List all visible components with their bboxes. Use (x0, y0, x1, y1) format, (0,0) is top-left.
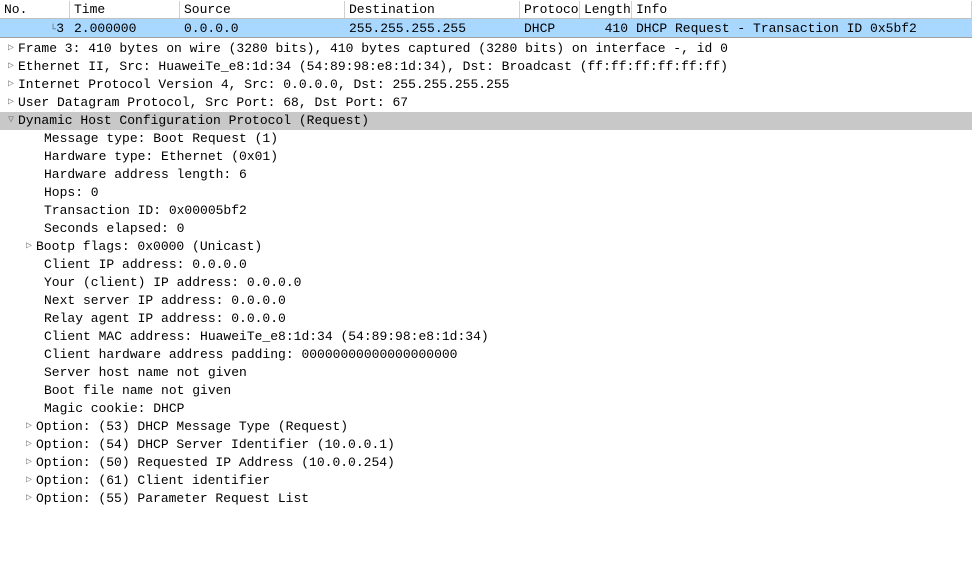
tree-flags[interactable]: ▷Bootp flags: 0x0000 (Unicast) (0, 238, 972, 256)
tree-label: Relay agent IP address: 0.0.0.0 (44, 310, 286, 328)
col-header-length[interactable]: Length (580, 1, 632, 18)
cell-time: 2.000000 (70, 20, 180, 37)
caret-right-icon[interactable]: ▷ (22, 454, 36, 472)
tree-label: Option: (61) Client identifier (36, 472, 270, 490)
col-header-no[interactable]: No. (0, 1, 70, 18)
tree-xid[interactable]: Transaction ID: 0x00005bf2 (0, 202, 972, 220)
caret-right-icon[interactable]: ▷ (4, 40, 18, 58)
tree-label: Client hardware address padding: 0000000… (44, 346, 457, 364)
tree-label: Option: (55) Parameter Request List (36, 490, 309, 508)
tree-label: Next server IP address: 0.0.0.0 (44, 292, 286, 310)
caret-right-icon[interactable]: ▷ (22, 490, 36, 508)
tree-yiaddr[interactable]: Your (client) IP address: 0.0.0.0 (0, 274, 972, 292)
tree-ip[interactable]: ▷Internet Protocol Version 4, Src: 0.0.0… (0, 76, 972, 94)
col-header-proto[interactable]: Protocol (520, 1, 580, 18)
tree-label: Option: (53) DHCP Message Type (Request) (36, 418, 348, 436)
tree-label: Seconds elapsed: 0 (44, 220, 184, 238)
tree-secs[interactable]: Seconds elapsed: 0 (0, 220, 972, 238)
tree-opt50[interactable]: ▷Option: (50) Requested IP Address (10.0… (0, 454, 972, 472)
tree-giaddr[interactable]: Relay agent IP address: 0.0.0.0 (0, 310, 972, 328)
tree-hw-type[interactable]: Hardware type: Ethernet (0x01) (0, 148, 972, 166)
tree-siaddr[interactable]: Next server IP address: 0.0.0.0 (0, 292, 972, 310)
tree-marker-icon: └ (46, 25, 56, 36)
tree-label: Client IP address: 0.0.0.0 (44, 256, 247, 274)
tree-padding[interactable]: Client hardware address padding: 0000000… (0, 346, 972, 364)
tree-magic[interactable]: Magic cookie: DHCP (0, 400, 972, 418)
cell-proto: DHCP (520, 20, 580, 37)
tree-label: Boot file name not given (44, 382, 231, 400)
caret-right-icon[interactable]: ▷ (22, 436, 36, 454)
tree-ciaddr[interactable]: Client IP address: 0.0.0.0 (0, 256, 972, 274)
tree-file[interactable]: Boot file name not given (0, 382, 972, 400)
caret-right-icon[interactable]: ▷ (22, 472, 36, 490)
caret-right-icon[interactable]: ▷ (22, 238, 36, 256)
tree-label: Transaction ID: 0x00005bf2 (44, 202, 247, 220)
tree-hw-len[interactable]: Hardware address length: 6 (0, 166, 972, 184)
packet-list-header: No. Time Source Destination Protocol Len… (0, 0, 972, 19)
cell-dest: 255.255.255.255 (345, 20, 520, 37)
cell-length: 410 (580, 20, 632, 37)
tree-frame[interactable]: ▷Frame 3: 410 bytes on wire (3280 bits),… (0, 40, 972, 58)
tree-label: Magic cookie: DHCP (44, 400, 184, 418)
cell-source: 0.0.0.0 (180, 20, 345, 37)
tree-opt54[interactable]: ▷Option: (54) DHCP Server Identifier (10… (0, 436, 972, 454)
tree-opt55[interactable]: ▷Option: (55) Parameter Request List (0, 490, 972, 508)
caret-right-icon[interactable]: ▷ (4, 94, 18, 112)
packet-row[interactable]: └3 2.000000 0.0.0.0 255.255.255.255 DHCP… (0, 19, 972, 37)
caret-right-icon[interactable]: ▷ (4, 58, 18, 76)
caret-right-icon[interactable]: ▷ (22, 418, 36, 436)
caret-right-icon[interactable]: ▷ (4, 76, 18, 94)
tree-label: Option: (50) Requested IP Address (10.0.… (36, 454, 395, 472)
tree-label: Ethernet II, Src: HuaweiTe_e8:1d:34 (54:… (18, 58, 728, 76)
tree-chaddr[interactable]: Client MAC address: HuaweiTe_e8:1d:34 (5… (0, 328, 972, 346)
tree-label: Option: (54) DHCP Server Identifier (10.… (36, 436, 395, 454)
tree-label: Client MAC address: HuaweiTe_e8:1d:34 (5… (44, 328, 489, 346)
col-header-source[interactable]: Source (180, 1, 345, 18)
tree-label: User Datagram Protocol, Src Port: 68, Ds… (18, 94, 408, 112)
tree-label: Frame 3: 410 bytes on wire (3280 bits), … (18, 40, 728, 58)
packet-details-pane: ▷Frame 3: 410 bytes on wire (3280 bits),… (0, 38, 972, 508)
tree-label: Bootp flags: 0x0000 (Unicast) (36, 238, 262, 256)
tree-msg-type[interactable]: Message type: Boot Request (1) (0, 130, 972, 148)
tree-label: Message type: Boot Request (1) (44, 130, 278, 148)
tree-opt61[interactable]: ▷Option: (61) Client identifier (0, 472, 972, 490)
col-header-info[interactable]: Info (632, 1, 972, 18)
tree-label: Hardware address length: 6 (44, 166, 247, 184)
tree-ethernet[interactable]: ▷Ethernet II, Src: HuaweiTe_e8:1d:34 (54… (0, 58, 972, 76)
tree-sname[interactable]: Server host name not given (0, 364, 972, 382)
tree-label: Hardware type: Ethernet (0x01) (44, 148, 278, 166)
tree-label: Internet Protocol Version 4, Src: 0.0.0.… (18, 76, 509, 94)
tree-dhcp[interactable]: ▽Dynamic Host Configuration Protocol (Re… (0, 112, 972, 130)
tree-label: Server host name not given (44, 364, 247, 382)
col-header-time[interactable]: Time (70, 1, 180, 18)
tree-label: Your (client) IP address: 0.0.0.0 (44, 274, 301, 292)
tree-opt53[interactable]: ▷Option: (53) DHCP Message Type (Request… (0, 418, 972, 436)
tree-udp[interactable]: ▷User Datagram Protocol, Src Port: 68, D… (0, 94, 972, 112)
cell-info: DHCP Request - Transaction ID 0x5bf2 (632, 20, 972, 37)
tree-label: Hops: 0 (44, 184, 99, 202)
packet-list: No. Time Source Destination Protocol Len… (0, 0, 972, 38)
cell-no: └3 (0, 20, 70, 37)
tree-hops[interactable]: Hops: 0 (0, 184, 972, 202)
caret-down-icon[interactable]: ▽ (4, 112, 18, 130)
tree-label: Dynamic Host Configuration Protocol (Req… (18, 112, 369, 130)
col-header-dest[interactable]: Destination (345, 1, 520, 18)
